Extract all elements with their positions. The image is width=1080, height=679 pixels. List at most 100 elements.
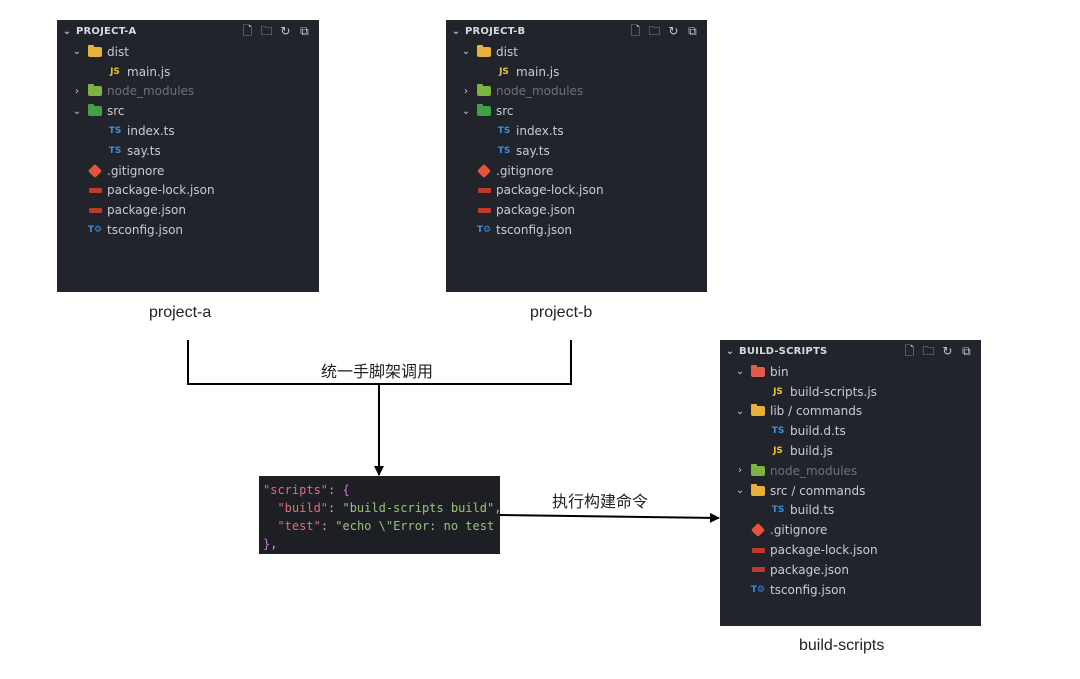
tree-item[interactable]: ⌄ dist [446,42,707,62]
js-file-icon: JS [499,66,509,77]
code-test-value: "echo \"Error: no test [335,519,495,533]
caption-project-a: project-a [149,304,212,321]
label-merge: 统一手脚架调用 [321,364,434,381]
chevron-right-icon[interactable]: › [460,86,472,97]
tree-item[interactable]: package-lock.json [720,540,981,560]
tree-item[interactable]: package.json [57,200,319,220]
refresh-icon[interactable]: ↻ [941,345,954,357]
tree-item[interactable]: TS build.ts [720,501,981,521]
explorer-title: PROJECT-B [465,25,526,37]
collapse-all-icon[interactable]: ⧉ [960,345,973,357]
tree-item[interactable]: package.json [720,560,981,580]
npm-icon [750,567,766,573]
tree-item[interactable]: ⌄ bin [720,362,981,382]
folder-src-icon [87,104,103,117]
js-file-icon: JS [773,446,783,457]
folder-lib-icon [750,483,766,496]
chevron-down-icon[interactable]: ⌄ [460,106,472,117]
tree-item-label: index.ts [127,124,175,139]
tree-item[interactable]: package-lock.json [446,181,707,201]
new-folder-icon[interactable]: 🗀 [260,25,273,37]
chevron-down-icon[interactable]: ⌄ [734,485,746,496]
tree-item[interactable]: › node_modules [446,82,707,102]
new-file-icon[interactable]: 🗋 [241,25,254,37]
tree-item[interactable]: package-lock.json [57,181,319,201]
explorer-header[interactable]: ⌄ PROJECT-A 🗋 🗀 ↻ ⧉ [57,20,319,42]
tree-item-label: tsconfig.json [496,223,573,238]
chevron-down-icon[interactable]: ⌄ [724,346,736,357]
tsconfig-icon: T⚙ [750,584,766,595]
refresh-icon[interactable]: ↻ [279,25,292,37]
tree-item-label: package.json [107,203,187,218]
tree-item-label: package-lock.json [770,543,878,558]
new-file-icon[interactable]: 🗋 [629,25,642,37]
explorer-header[interactable]: ⌄ PROJECT-B 🗋 🗀 ↻ ⧉ [446,20,707,42]
tree-item[interactable]: .gitignore [57,161,319,181]
chevron-down-icon[interactable]: ⌄ [71,106,83,117]
explorer-panel-build-scripts: ⌄ BUILD-SCRIPTS 🗋 🗀 ↻ ⧉ ⌄ bin JS build-scri… [720,340,981,626]
collapse-all-icon[interactable]: ⧉ [298,25,311,37]
tree-item[interactable]: JS build-scripts.js [720,382,981,402]
chevron-down-icon[interactable]: ⌄ [71,46,83,57]
explorer-title: BUILD-SCRIPTS [739,345,828,357]
new-folder-icon[interactable]: 🗀 [922,345,935,357]
refresh-icon[interactable]: ↻ [667,25,680,37]
tsconfig-icon: T⚙ [476,225,492,236]
code-build-key: "build" [277,501,329,515]
folder-lib-icon [750,404,766,417]
tree-item[interactable]: TS say.ts [57,141,319,161]
new-file-icon[interactable]: 🗋 [903,345,916,357]
new-folder-icon[interactable]: 🗀 [648,25,661,37]
chevron-down-icon[interactable]: ⌄ [450,26,462,37]
tree-item[interactable]: package.json [446,200,707,220]
tree-item[interactable]: › node_modules [720,461,981,481]
tree-item-label: build.js [790,444,833,459]
tree-item[interactable]: T⚙ tsconfig.json [446,220,707,240]
tree-item[interactable]: ⌄ src [446,101,707,121]
git-icon [87,163,103,178]
code-test-key: "test" [277,519,321,533]
tree-item-label: node_modules [770,463,858,478]
tree-item[interactable]: JS build.js [720,441,981,461]
ts-file-icon: TS [108,126,122,137]
explorer-header[interactable]: ⌄ BUILD-SCRIPTS 🗋 🗀 ↻ ⧉ [720,340,981,362]
tree-item[interactable]: .gitignore [720,520,981,540]
tree-item[interactable]: TS say.ts [446,141,707,161]
tree-item[interactable]: › node_modules [57,82,319,102]
tree-item[interactable]: JS main.js [57,62,319,82]
js-file-icon: JS [110,66,120,77]
tree-item[interactable]: .gitignore [446,161,707,181]
npm-icon [87,207,103,213]
folder-dist-icon [87,44,103,57]
explorer-panel-project-b: ⌄ PROJECT-B 🗋 🗀 ↻ ⧉ ⌄ dist JS main.js › node_… [446,20,707,292]
tree-item[interactable]: ⌄ lib / commands [720,402,981,422]
tree-item-label: main.js [127,64,171,79]
tree-item[interactable]: TS build.d.ts [720,421,981,441]
chevron-down-icon[interactable]: ⌄ [460,46,472,57]
tree-item-label: say.ts [516,143,550,158]
code-snippet: "scripts": { "build": "build-scripts bui… [259,476,500,554]
tree-item-label: package-lock.json [496,183,604,198]
ts-file-icon: TS [108,145,122,156]
chevron-down-icon[interactable]: ⌄ [734,366,746,377]
tree-item[interactable]: TS index.ts [446,121,707,141]
tree-item[interactable]: T⚙ tsconfig.json [720,580,981,600]
chevron-right-icon[interactable]: › [71,86,83,97]
code-build-value: "build-scripts build" [342,501,495,515]
chevron-right-icon[interactable]: › [734,465,746,476]
tree-item[interactable]: JS main.js [446,62,707,82]
tree-item-label: package.json [770,562,850,577]
chevron-down-icon[interactable]: ⌄ [734,406,746,417]
tree-item-label: package-lock.json [107,183,215,198]
tree-item-label: src / commands [770,483,866,498]
file-tree: ⌄ dist JS main.js › node_modules ⌄ src TS index.t… [57,42,319,240]
tree-item[interactable]: ⌄ src / commands [720,481,981,501]
collapse-all-icon[interactable]: ⧉ [686,25,699,37]
tree-item[interactable]: ⌄ src [57,101,319,121]
tree-item[interactable]: ⌄ dist [57,42,319,62]
npm-icon [476,207,492,213]
folder-node-icon [476,84,492,97]
tree-item[interactable]: TS index.ts [57,121,319,141]
tree-item[interactable]: T⚙ tsconfig.json [57,220,319,240]
chevron-down-icon[interactable]: ⌄ [61,26,73,37]
